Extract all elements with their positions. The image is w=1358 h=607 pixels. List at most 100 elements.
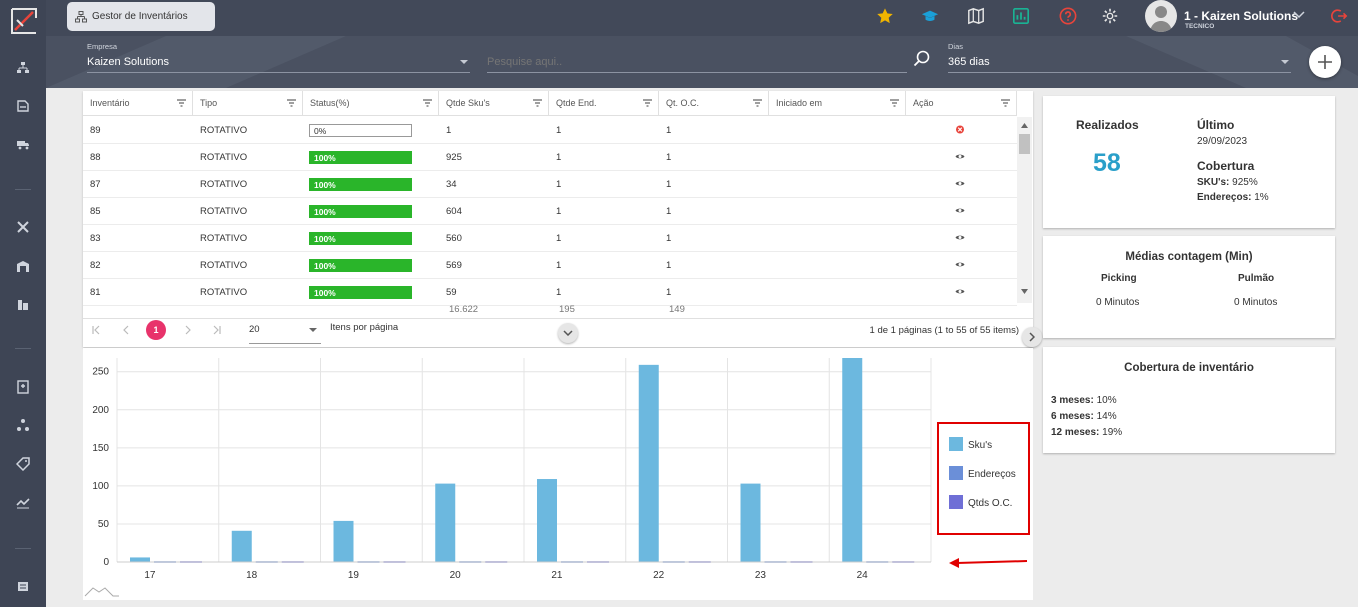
- legend-label[interactable]: Endereços: [968, 469, 1016, 480]
- view-eye-icon[interactable]: [955, 152, 965, 161]
- sidebar-tools-icon[interactable]: [13, 217, 33, 237]
- user-name[interactable]: 1 - Kaizen Solutions: [1184, 9, 1298, 23]
- column-header[interactable]: Qtde Sku's: [439, 91, 549, 116]
- empresa-label: Empresa: [87, 42, 118, 51]
- dias-caret-icon[interactable]: [1281, 60, 1289, 64]
- filter-icon[interactable]: [753, 99, 762, 107]
- column-header[interactable]: Iniciado em: [769, 91, 906, 116]
- tipo-cell: ROTATIVO: [200, 206, 248, 217]
- column-header[interactable]: Qtde End.: [549, 91, 659, 116]
- items-per-page-label: Itens por página: [330, 322, 399, 333]
- dias-select[interactable]: 365 dias: [948, 56, 990, 68]
- column-header-label: Iniciado em: [776, 98, 823, 108]
- page-1-button[interactable]: 1: [146, 320, 166, 340]
- filter-icon[interactable]: [533, 99, 542, 107]
- legend-swatch[interactable]: [949, 437, 963, 451]
- table-row[interactable]: 88 ROTATIVO 100% 925 1 1: [83, 144, 1017, 171]
- search-input[interactable]: [487, 54, 907, 70]
- settings-gear-icon[interactable]: [1100, 6, 1120, 26]
- sidebar-tag-icon[interactable]: [13, 454, 33, 474]
- realizados-value: 58: [1093, 149, 1121, 177]
- table-scrollbar[interactable]: [1017, 117, 1032, 303]
- view-eye-icon[interactable]: [955, 206, 965, 215]
- legend-swatch[interactable]: [949, 495, 963, 509]
- oc-cell: 1: [666, 125, 672, 136]
- page-size-select[interactable]: 20: [249, 324, 260, 335]
- sidebar-inventory-icon[interactable]: [13, 58, 33, 78]
- m3-label: 3 meses:: [1051, 395, 1094, 406]
- sidebar-document-icon[interactable]: [13, 377, 33, 397]
- pagination: 1 20 Itens por página 1 de 1 páginas (1 …: [83, 319, 1042, 347]
- logout-icon[interactable]: [1329, 6, 1349, 26]
- x-tick-label: 17: [144, 570, 156, 581]
- prev-page-icon[interactable]: [121, 325, 131, 335]
- view-eye-icon[interactable]: [955, 179, 965, 188]
- collapse-toggle-button[interactable]: [558, 323, 578, 343]
- legend-swatch[interactable]: [949, 466, 963, 480]
- filter-icon[interactable]: [643, 99, 652, 107]
- table-row[interactable]: 81 ROTATIVO 100% 59 1 1: [83, 279, 1017, 306]
- cancel-icon[interactable]: [955, 125, 965, 134]
- bar[interactable]: [638, 364, 659, 562]
- map-icon[interactable]: [966, 6, 986, 26]
- view-eye-icon[interactable]: [955, 260, 965, 269]
- table-row[interactable]: 89 ROTATIVO 0% 1 1 1: [83, 117, 1017, 144]
- column-header[interactable]: Status(%): [303, 91, 439, 116]
- sidebar-buildings-icon[interactable]: [13, 294, 33, 314]
- legend-label[interactable]: Sku's: [968, 440, 992, 451]
- help-icon[interactable]: [1058, 6, 1078, 26]
- sidebar-chart-icon[interactable]: [13, 492, 33, 512]
- bar[interactable]: [333, 520, 354, 562]
- sidebar-report-icon[interactable]: [13, 576, 33, 596]
- graduation-cap-icon[interactable]: [920, 6, 940, 26]
- table-row[interactable]: 85 ROTATIVO 100% 604 1 1: [83, 198, 1017, 225]
- tipo-cell: ROTATIVO: [200, 152, 248, 163]
- filter-icon[interactable]: [890, 99, 899, 107]
- column-header[interactable]: Inventário: [83, 91, 193, 116]
- app-logo-icon[interactable]: [9, 6, 39, 36]
- legend-label[interactable]: Qtds O.C.: [968, 498, 1012, 509]
- medias-title: Médias contagem (Min): [1125, 251, 1253, 263]
- dias-label: Dias: [948, 42, 964, 51]
- empresa-select[interactable]: Kaizen Solutions: [87, 56, 169, 68]
- sidebar-worker-icon[interactable]: [13, 96, 33, 116]
- sidebar-warehouse-icon[interactable]: [13, 256, 33, 276]
- filter-icon[interactable]: [423, 99, 432, 107]
- view-eye-icon[interactable]: [955, 233, 965, 242]
- table-row[interactable]: 87 ROTATIVO 100% 34 1 1: [83, 171, 1017, 198]
- sidebar-truck-icon[interactable]: [13, 134, 33, 154]
- table-row[interactable]: 83 ROTATIVO 100% 560 1 1: [83, 225, 1017, 252]
- bar[interactable]: [130, 557, 150, 562]
- filter-icon[interactable]: [287, 99, 296, 107]
- filter-icon[interactable]: [177, 99, 186, 107]
- bar[interactable]: [842, 358, 863, 562]
- column-header[interactable]: Qt. O.C.: [659, 91, 769, 116]
- user-avatar[interactable]: [1145, 0, 1177, 32]
- empresa-caret-icon[interactable]: [460, 60, 468, 64]
- column-header-label: Ação: [913, 98, 934, 108]
- add-button[interactable]: [1309, 46, 1341, 78]
- filter-icon[interactable]: [1001, 99, 1010, 107]
- report-icon[interactable]: [1011, 6, 1031, 26]
- column-header[interactable]: Ação: [906, 91, 1017, 116]
- column-header[interactable]: Tipo: [193, 91, 303, 116]
- search-icon[interactable]: [913, 50, 931, 68]
- page-size-caret-icon[interactable]: [309, 328, 317, 332]
- bar[interactable]: [537, 479, 557, 562]
- tab-gestor-inventarios[interactable]: Gestor de Inventários: [67, 2, 215, 31]
- sidebar-network-icon[interactable]: [13, 415, 33, 435]
- next-page-icon[interactable]: [183, 325, 193, 335]
- bar[interactable]: [435, 483, 456, 562]
- favorites-star-icon[interactable]: [875, 6, 895, 26]
- first-page-icon[interactable]: [91, 325, 101, 335]
- bar[interactable]: [740, 483, 761, 562]
- bar[interactable]: [231, 530, 252, 562]
- user-role: TECNICO: [1185, 23, 1215, 30]
- expand-side-button[interactable]: [1022, 327, 1042, 347]
- view-eye-icon[interactable]: [955, 287, 965, 296]
- user-menu-chevron-icon[interactable]: [1293, 11, 1305, 19]
- sparkline-icon: [84, 587, 119, 597]
- enderecos-value: 1%: [1254, 192, 1269, 203]
- last-page-icon[interactable]: [212, 325, 222, 335]
- table-row[interactable]: 82 ROTATIVO 100% 569 1 1: [83, 252, 1017, 279]
